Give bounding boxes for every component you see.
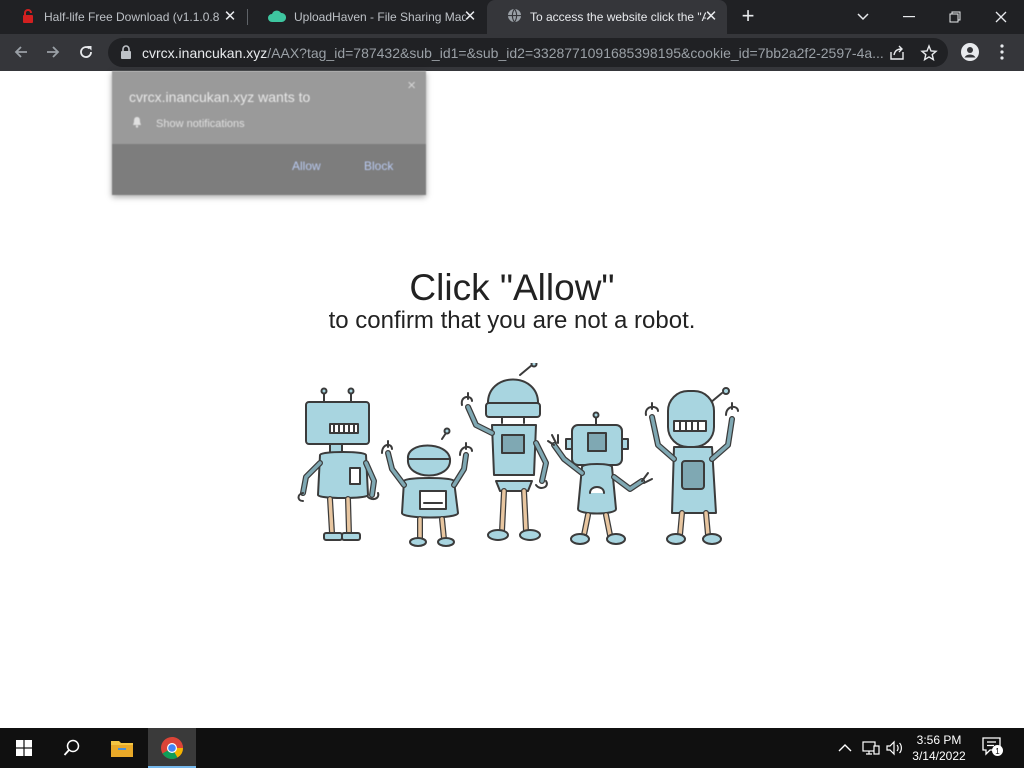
block-button[interactable]: Block (364, 159, 393, 173)
menu-button[interactable] (988, 38, 1016, 66)
prompt-close-icon[interactable]: × (407, 77, 416, 94)
arrow-right-icon (47, 46, 60, 58)
tab-title: UploadHaven - File Sharing Made (294, 10, 466, 24)
tab-close-icon[interactable]: ✕ (222, 9, 238, 25)
red-lock-download-icon (20, 8, 36, 27)
prompt-title: cvrcx.inancukan.xyz wants to (129, 89, 311, 105)
reload-button[interactable] (72, 38, 100, 66)
tab-uploadhaven[interactable]: UploadHaven - File Sharing Made ✕ (248, 0, 486, 34)
lock-icon[interactable] (120, 45, 132, 62)
address-bar[interactable]: cvrcx.inancukan.xyz/AAX?tag_id=787432&su… (108, 38, 948, 67)
bookmark-star-icon[interactable] (920, 44, 938, 62)
tab-close-icon[interactable]: ✕ (462, 9, 478, 25)
system-clock[interactable]: 3:56 PM 3/14/2022 (904, 732, 974, 764)
volume-icon[interactable] (886, 739, 904, 757)
robots-illustration (297, 363, 739, 547)
browser-toolbar: cvrcx.inancukan.xyz/AAX?tag_id=787432&su… (0, 34, 1024, 71)
folder-icon (111, 741, 133, 757)
url-host: cvrcx.inancukan.xyz (142, 44, 268, 61)
notification-permission-prompt: cvrcx.inancukan.xyz wants to × Show noti… (112, 71, 426, 195)
search-icon (63, 739, 80, 756)
tab-half-life[interactable]: Half-life Free Download (v1.1.0.8 ✕ (0, 0, 246, 34)
share-icon[interactable] (888, 44, 906, 62)
profile-button[interactable] (956, 38, 984, 66)
prompt-body: cvrcx.inancukan.xyz wants to × Show noti… (112, 71, 426, 144)
url-path: /AAX?tag_id=787432&sub_id1=&sub_id2=3328… (267, 44, 884, 61)
taskbar-chrome[interactable] (148, 728, 196, 768)
robot-3 (460, 363, 549, 541)
clock-time: 3:56 PM (916, 733, 962, 747)
restore-button[interactable] (932, 0, 978, 34)
page-subheading: to confirm that you are not a robot. (328, 307, 696, 334)
tab-search-chevron-icon[interactable] (840, 0, 886, 34)
notification-count: 1 (995, 747, 1000, 756)
globe-icon (507, 8, 522, 26)
permission-row: Show notifications (132, 116, 245, 131)
tab-close-icon[interactable]: ✕ (703, 9, 719, 25)
bell-icon (132, 116, 142, 131)
chrome-icon (161, 737, 183, 759)
robot-4 (547, 411, 653, 545)
windows-logo-icon (16, 740, 32, 756)
robot-1 (297, 387, 380, 541)
reload-icon (80, 46, 92, 58)
search-button[interactable] (48, 728, 96, 768)
forward-button[interactable] (39, 38, 67, 66)
network-icon[interactable] (862, 739, 880, 757)
tray-chevron-up-icon[interactable] (838, 739, 852, 757)
windows-taskbar: 3:56 PM 3/14/2022 1 (0, 728, 1024, 768)
tab-title: To access the website click the "A (530, 10, 706, 24)
action-center-button[interactable]: 1 (982, 737, 1004, 756)
notification-center-icon: 1 (982, 737, 1003, 756)
clock-date: 3/14/2022 (912, 749, 966, 763)
robot-5 (644, 387, 739, 545)
tab-title: Half-life Free Download (v1.1.0.8 (44, 10, 220, 24)
tab-active-robot-page[interactable]: To access the website click the "A ✕ (487, 0, 727, 34)
taskbar-file-explorer[interactable] (98, 728, 146, 768)
kebab-menu-icon (1000, 44, 1004, 60)
prompt-actions: Allow Block (112, 144, 426, 195)
start-button[interactable] (0, 728, 48, 768)
page-heading: Click "Allow" (409, 267, 615, 308)
permission-label: Show notifications (156, 117, 245, 130)
minimize-button[interactable] (886, 0, 932, 34)
tab-strip: Half-life Free Download (v1.1.0.8 ✕ Uplo… (0, 0, 1024, 34)
new-tab-button[interactable]: + (737, 5, 759, 28)
back-button[interactable] (7, 38, 35, 66)
close-window-button[interactable] (978, 0, 1024, 34)
arrow-left-icon (14, 46, 27, 58)
allow-button[interactable]: Allow (292, 159, 321, 173)
cloud-icon (268, 9, 287, 26)
robot-2 (381, 427, 473, 547)
profile-icon (961, 43, 979, 61)
